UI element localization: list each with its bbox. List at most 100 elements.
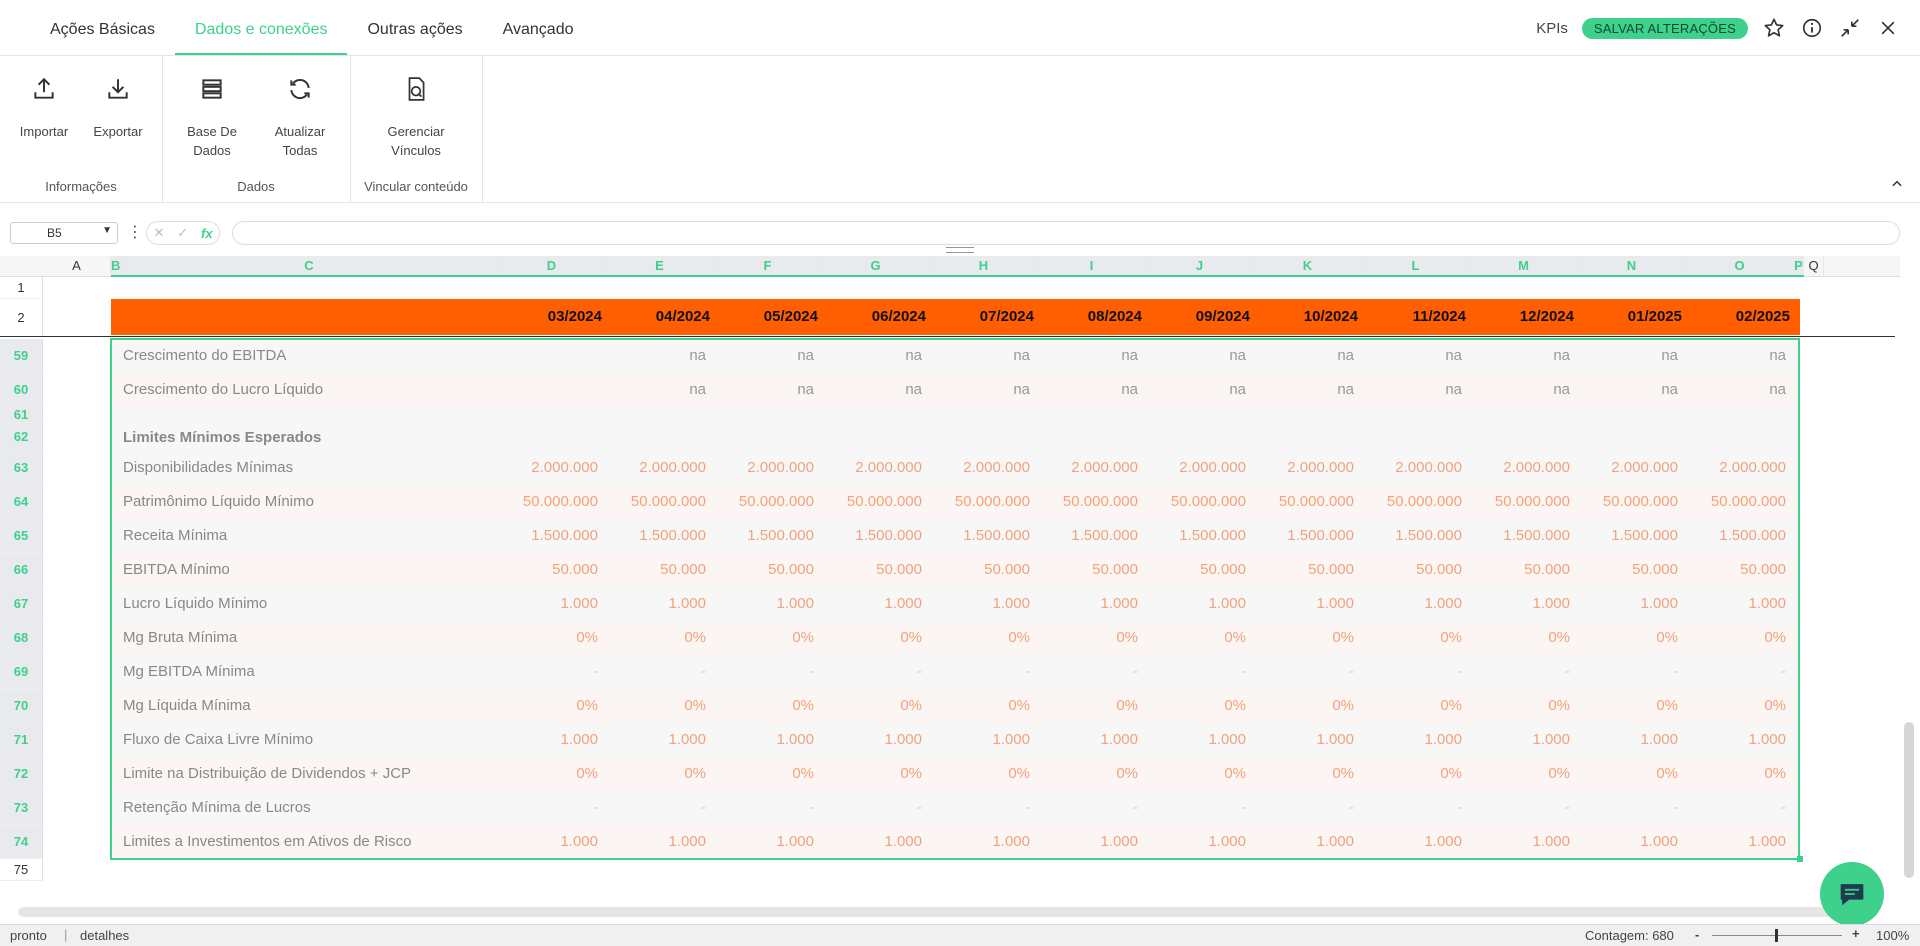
table-cell[interactable]: na xyxy=(606,381,706,398)
col-header-k[interactable]: K xyxy=(1254,256,1362,276)
table-cell[interactable]: 1.000 xyxy=(1038,731,1138,748)
table-cell[interactable]: 1.000 xyxy=(822,731,922,748)
section-title[interactable]: Limites Mínimos Esperados xyxy=(123,429,321,446)
table-cell[interactable]: na xyxy=(930,347,1030,364)
table-cell[interactable]: na xyxy=(822,347,922,364)
date-header-cell[interactable]: 11/2024 xyxy=(1362,308,1466,325)
table-cell[interactable]: 1.000 xyxy=(498,595,598,612)
table-cell[interactable]: na xyxy=(930,381,1030,398)
table-cell[interactable]: 1.000 xyxy=(1578,833,1678,850)
zoom-out-button[interactable]: - xyxy=(1695,927,1699,942)
table-cell[interactable]: 1.500.000 xyxy=(1254,527,1354,544)
row-header[interactable]: 75 xyxy=(0,859,43,881)
table-cell[interactable]: na xyxy=(822,381,922,398)
table-cell[interactable]: 1.500.000 xyxy=(606,527,706,544)
table-cell[interactable]: 2.000.000 xyxy=(498,459,598,476)
row-label[interactable]: Limites a Investimentos em Ativos de Ris… xyxy=(123,833,411,850)
table-cell[interactable]: 1.000 xyxy=(1470,833,1570,850)
table-cell[interactable]: - xyxy=(606,799,706,816)
table-cell[interactable]: 0% xyxy=(930,697,1030,714)
table-cell[interactable]: 1.500.000 xyxy=(1146,527,1246,544)
table-cell[interactable]: 1.000 xyxy=(1254,595,1354,612)
table-cell[interactable]: 0% xyxy=(822,629,922,646)
table-cell[interactable]: - xyxy=(1470,663,1570,680)
table-cell[interactable]: na xyxy=(1470,347,1570,364)
table-cell[interactable]: - xyxy=(606,663,706,680)
table-cell[interactable]: 2.000.000 xyxy=(822,459,922,476)
table-cell[interactable]: 2.000.000 xyxy=(1578,459,1678,476)
table-cell[interactable]: 1.000 xyxy=(930,595,1030,612)
row-header[interactable]: 72 xyxy=(0,757,43,791)
row-label[interactable]: EBITDA Mínimo xyxy=(123,561,230,578)
table-cell[interactable]: na xyxy=(1146,347,1246,364)
row-header[interactable]: 61 xyxy=(0,407,43,423)
table-cell[interactable]: 1.500.000 xyxy=(1578,527,1678,544)
table-cell[interactable]: 1.000 xyxy=(714,595,814,612)
table-cell[interactable]: 0% xyxy=(1686,697,1786,714)
table-cell[interactable]: 0% xyxy=(822,765,922,782)
row-header[interactable]: 69 xyxy=(0,655,43,689)
table-cell[interactable]: 0% xyxy=(1470,765,1570,782)
table-cell[interactable]: 1.000 xyxy=(498,731,598,748)
date-header-cell[interactable]: 08/2024 xyxy=(1038,308,1142,325)
table-cell[interactable]: - xyxy=(1362,663,1462,680)
col-header-a[interactable]: A xyxy=(43,256,111,276)
status-details[interactable]: detalhes xyxy=(80,928,129,943)
table-cell[interactable]: 50.000 xyxy=(1254,561,1354,578)
table-cell[interactable]: 0% xyxy=(1470,629,1570,646)
table-cell[interactable]: 1.000 xyxy=(714,731,814,748)
table-cell[interactable]: 2.000.000 xyxy=(714,459,814,476)
date-header-cell[interactable]: 05/2024 xyxy=(714,308,818,325)
table-cell[interactable]: 50.000 xyxy=(1038,561,1138,578)
date-header-cell[interactable]: 02/2025 xyxy=(1686,308,1790,325)
fill-handle[interactable] xyxy=(1797,856,1803,862)
table-cell[interactable]: - xyxy=(822,799,922,816)
vertical-scrollbar[interactable] xyxy=(1904,722,1914,878)
col-header-p[interactable]: P xyxy=(1794,256,1804,276)
table-cell[interactable]: 50.000.000 xyxy=(822,493,922,510)
table-cell[interactable]: - xyxy=(498,799,598,816)
table-cell[interactable]: 0% xyxy=(1686,629,1786,646)
table-cell[interactable]: 1.500.000 xyxy=(1470,527,1570,544)
table-cell[interactable]: 0% xyxy=(1146,697,1246,714)
table-cell[interactable]: 50.000 xyxy=(606,561,706,578)
chat-button[interactable] xyxy=(1820,862,1884,926)
row-label[interactable]: Receita Mínima xyxy=(123,527,227,544)
table-cell[interactable]: 0% xyxy=(498,765,598,782)
col-header-j[interactable]: J xyxy=(1146,256,1254,276)
row-header[interactable]: 63 xyxy=(0,451,43,485)
table-cell[interactable]: 0% xyxy=(606,629,706,646)
col-header-l[interactable]: L xyxy=(1362,256,1470,276)
table-cell[interactable]: 1.000 xyxy=(1578,595,1678,612)
col-header-f[interactable]: F xyxy=(714,256,822,276)
row-header[interactable]: 70 xyxy=(0,689,43,723)
table-cell[interactable]: 0% xyxy=(1578,765,1678,782)
table-cell[interactable]: 0% xyxy=(1362,697,1462,714)
table-cell[interactable]: - xyxy=(1146,799,1246,816)
table-cell[interactable]: 1.000 xyxy=(1038,595,1138,612)
table-cell[interactable]: 1.000 xyxy=(1470,731,1570,748)
table-cell[interactable]: 0% xyxy=(1362,629,1462,646)
col-header-e[interactable]: E xyxy=(606,256,714,276)
table-cell[interactable]: na xyxy=(714,347,814,364)
row-label[interactable]: Crescimento do EBITDA xyxy=(123,347,286,364)
table-cell[interactable]: 0% xyxy=(1254,697,1354,714)
table-cell[interactable]: 50.000.000 xyxy=(606,493,706,510)
table-cell[interactable]: 0% xyxy=(606,765,706,782)
table-cell[interactable]: 0% xyxy=(714,697,814,714)
table-cell[interactable]: 0% xyxy=(1254,629,1354,646)
date-header-cell[interactable]: 10/2024 xyxy=(1254,308,1358,325)
table-cell[interactable]: - xyxy=(1038,663,1138,680)
table-cell[interactable]: - xyxy=(1362,799,1462,816)
table-cell[interactable]: - xyxy=(1254,799,1354,816)
table-cell[interactable]: 1.500.000 xyxy=(1038,527,1138,544)
zoom-slider-thumb[interactable] xyxy=(1775,929,1778,942)
table-cell[interactable]: 1.000 xyxy=(606,833,706,850)
table-cell[interactable]: 0% xyxy=(714,629,814,646)
table-cell[interactable]: 50.000.000 xyxy=(930,493,1030,510)
col-header-c[interactable]: C xyxy=(121,256,498,276)
table-cell[interactable]: 2.000.000 xyxy=(1686,459,1786,476)
table-cell[interactable]: - xyxy=(1578,799,1678,816)
table-cell[interactable]: na xyxy=(1038,381,1138,398)
table-cell[interactable]: 0% xyxy=(1362,765,1462,782)
